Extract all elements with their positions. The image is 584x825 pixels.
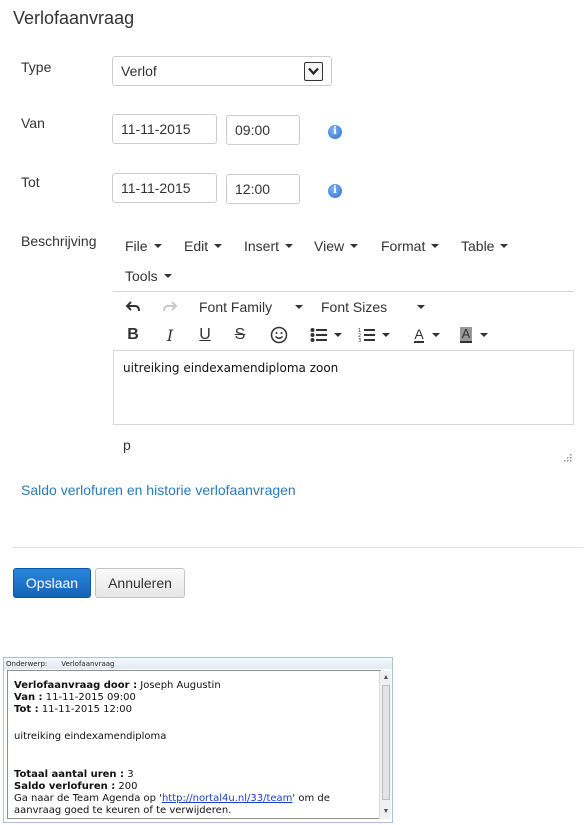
- email-saldo-value: 200: [118, 781, 138, 792]
- page-title: Verlofaanvraag: [13, 8, 135, 28]
- saldo-historie-link[interactable]: Saldo verlofuren en historie verlofaanvr…: [21, 482, 296, 498]
- caret-down-icon: [334, 333, 342, 337]
- font-family-label: Font Family: [199, 299, 273, 315]
- email-saldo-label: Saldo verlofuren :: [14, 781, 116, 792]
- chevron-down-icon[interactable]: [304, 61, 323, 81]
- menu-tools[interactable]: Tools: [125, 268, 172, 284]
- underline-icon[interactable]: U: [197, 326, 213, 344]
- caret-down-icon: [153, 244, 162, 248]
- email-footer-line2: aanvraag goed te keuren of te verwijdere…: [14, 805, 232, 816]
- resize-handle-icon[interactable]: [562, 449, 572, 462]
- editor-content-text: uitreiking eindexamendiploma zoon: [123, 361, 339, 375]
- info-icon[interactable]: i: [328, 125, 342, 139]
- caret-down-icon: [295, 305, 303, 309]
- van-label: Van: [21, 115, 45, 131]
- menu-file-label: File: [125, 238, 148, 254]
- type-label: Type: [21, 59, 52, 75]
- beschrijving-label: Beschrijving: [21, 233, 97, 249]
- email-tot-line: Tot : 11-11-2015 12:00: [14, 704, 132, 716]
- menu-view[interactable]: View: [314, 238, 359, 254]
- caret-down-icon: [480, 333, 489, 337]
- email-footer-line1: Ga naar de Team Agenda op 'http://nortal…: [14, 793, 330, 805]
- caret-down-icon: [350, 244, 359, 248]
- menu-view-label: View: [314, 238, 345, 254]
- email-footer-suffix: ' om de: [292, 793, 330, 804]
- type-select[interactable]: Verlof: [112, 56, 332, 86]
- strikethrough-icon[interactable]: S: [232, 326, 248, 344]
- menu-edit[interactable]: Edit: [184, 238, 223, 254]
- scroll-up-icon[interactable]: ▲: [382, 673, 390, 682]
- email-tot-value: 11-11-2015 12:00: [41, 704, 132, 715]
- email-uren-label: Totaal aantal uren :: [14, 769, 125, 780]
- email-saldo-line: Saldo verlofuren : 200: [14, 781, 137, 793]
- email-door-line: Verlofaanvraag door : Joseph Augustin: [14, 680, 221, 692]
- italic-icon[interactable]: I: [162, 326, 178, 345]
- email-team-link[interactable]: http://nortal4u.nl/33/team: [162, 793, 292, 804]
- email-subject-value: Verlofaanvraag: [61, 659, 115, 668]
- email-van-value: 11-11-2015 09:00: [45, 692, 136, 703]
- email-van-line: Van : 11-11-2015 09:00: [14, 692, 136, 704]
- info-icon[interactable]: i: [328, 184, 342, 198]
- bullet-list-icon[interactable]: [308, 325, 344, 345]
- email-body: Verlofaanvraag door : Joseph Augustin Va…: [7, 670, 381, 819]
- caret-down-icon: [431, 333, 440, 337]
- type-select-value: Verlof: [121, 63, 157, 79]
- save-button[interactable]: Opslaan: [13, 568, 91, 598]
- email-description: uitreiking eindexamendiploma: [14, 731, 167, 742]
- menu-format[interactable]: Format: [381, 238, 440, 254]
- email-uren-value: 3: [127, 769, 134, 780]
- email-subject-label: Onderwerp:: [6, 659, 48, 668]
- scroll-down-icon[interactable]: ▼: [382, 807, 390, 816]
- caret-down-icon: [500, 244, 509, 248]
- email-preview: Onderwerp: Verlofaanvraag Verlofaanvraag…: [3, 657, 393, 823]
- bold-icon[interactable]: B: [125, 326, 141, 344]
- scroll-thumb[interactable]: [382, 685, 390, 800]
- font-family-select[interactable]: Font Family: [199, 299, 303, 315]
- van-date-input[interactable]: 11-11-2015: [112, 114, 217, 144]
- text-color-icon[interactable]: A: [409, 325, 445, 345]
- editor-content-area[interactable]: uitreiking eindexamendiploma zoon: [113, 350, 574, 425]
- caret-down-icon: [214, 244, 223, 248]
- menu-tools-label: Tools: [125, 268, 158, 284]
- menu-format-label: Format: [381, 238, 426, 254]
- email-door-label: Verlofaanvraag door :: [14, 680, 138, 691]
- menu-table-label: Table: [461, 238, 495, 254]
- menu-file[interactable]: File: [125, 238, 162, 254]
- email-van-label: Van :: [14, 692, 43, 703]
- email-door-value: Joseph Augustin: [140, 680, 221, 691]
- emoticon-icon[interactable]: [269, 325, 289, 345]
- email-tot-label: Tot :: [14, 704, 39, 715]
- caret-down-icon: [417, 305, 425, 309]
- van-time-input[interactable]: 09:00: [226, 115, 300, 145]
- menu-edit-label: Edit: [184, 238, 209, 254]
- menu-insert[interactable]: Insert: [244, 238, 294, 254]
- caret-down-icon: [285, 244, 294, 248]
- font-sizes-select[interactable]: Font Sizes: [321, 299, 425, 315]
- email-uren-line: Totaal aantal uren : 3: [14, 769, 134, 781]
- font-sizes-label: Font Sizes: [321, 299, 388, 315]
- menu-table[interactable]: Table: [461, 238, 509, 254]
- editor-menu-divider: [113, 291, 574, 292]
- email-subject-bar: Onderwerp: Verlofaanvraag: [4, 658, 392, 669]
- background-color-glyph: A: [459, 326, 473, 343]
- footer-divider: [13, 547, 583, 548]
- tot-time-input[interactable]: 12:00: [226, 174, 300, 204]
- editor-status-path: p: [123, 437, 131, 453]
- tot-date-input[interactable]: 11-11-2015: [112, 173, 217, 203]
- caret-down-icon: [163, 274, 172, 278]
- undo-icon[interactable]: [124, 298, 142, 316]
- numbered-list-icon[interactable]: 123: [356, 325, 392, 345]
- tot-label: Tot: [21, 174, 40, 190]
- svg-text:3: 3: [358, 338, 361, 343]
- email-footer-prefix: Ga naar de Team Agenda op ': [14, 793, 162, 804]
- caret-down-icon: [431, 244, 440, 248]
- text-color-glyph: A: [414, 326, 424, 343]
- background-color-icon[interactable]: A: [456, 325, 492, 345]
- cancel-button[interactable]: Annuleren: [95, 568, 185, 598]
- caret-down-icon: [382, 333, 390, 337]
- email-scrollbar[interactable]: ▲ ▼: [379, 671, 391, 819]
- redo-icon[interactable]: [161, 298, 179, 316]
- menu-insert-label: Insert: [244, 238, 280, 254]
